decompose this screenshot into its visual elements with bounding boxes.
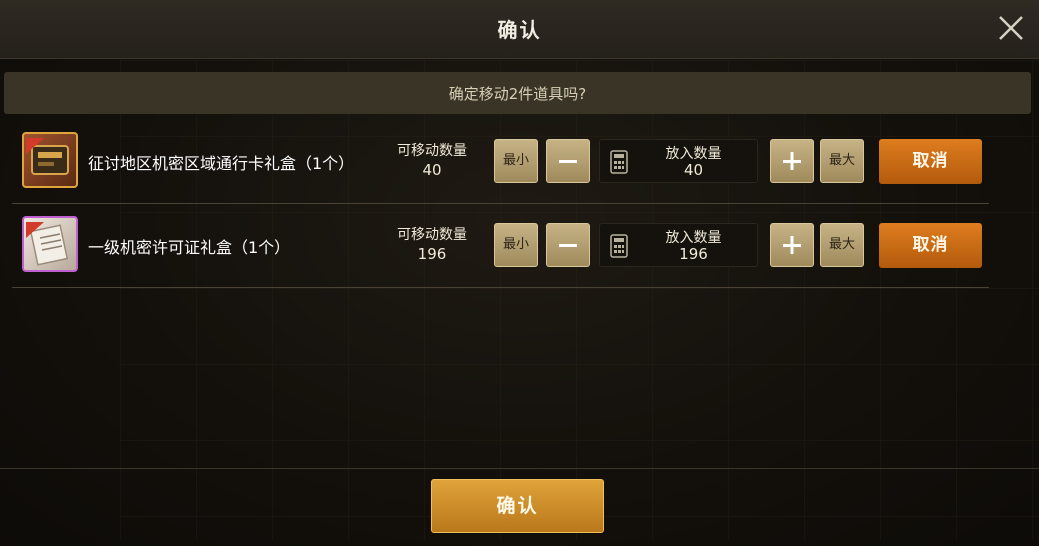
- quantity-input[interactable]: 放入数量 40: [599, 139, 758, 183]
- movable-quantity: 可移动数量 196: [390, 226, 474, 264]
- calculator-icon: [610, 234, 628, 258]
- increase-button[interactable]: [770, 139, 814, 183]
- item-row: 一级机密许可证礼盒（1个） 可移动数量 196 最小 放入数量 196 最大 取…: [12, 202, 989, 288]
- movable-quantity: 可移动数量 40: [390, 142, 474, 180]
- movable-value: 40: [422, 161, 442, 179]
- movable-label: 可移动数量: [397, 143, 467, 159]
- message-bar: 确定移动2件道具吗?: [4, 72, 1031, 114]
- put-quantity-label: 放入数量: [665, 230, 722, 246]
- plus-icon: [783, 152, 801, 170]
- put-quantity-label: 放入数量: [665, 146, 722, 162]
- confirm-button[interactable]: 确认: [431, 479, 604, 533]
- pass-card-giftbox-icon: [22, 132, 78, 188]
- plus-icon: [783, 236, 801, 254]
- close-button[interactable]: [997, 14, 1025, 42]
- footer-divider: [0, 468, 1039, 469]
- item-row: 征讨地区机密区域通行卡礼盒（1个） 可移动数量 40 最小 放入数量 40 最大…: [12, 118, 989, 204]
- dialog-header: 确认: [0, 0, 1039, 59]
- put-quantity-value: 40: [683, 161, 704, 179]
- dialog-title: 确认: [497, 18, 542, 42]
- movable-value: 196: [417, 245, 447, 263]
- max-button[interactable]: 最大: [820, 223, 864, 267]
- cancel-button[interactable]: 取消: [879, 223, 982, 268]
- decrease-button[interactable]: [546, 139, 590, 183]
- cancel-button[interactable]: 取消: [879, 139, 982, 184]
- item-name: 征讨地区机密区域通行卡礼盒（1个）: [88, 154, 355, 173]
- minus-icon: [559, 160, 577, 163]
- secret-permit-giftbox-icon: [22, 216, 78, 272]
- increase-button[interactable]: [770, 223, 814, 267]
- max-button[interactable]: 最大: [820, 139, 864, 183]
- put-quantity-value: 196: [679, 245, 708, 263]
- min-button[interactable]: 最小: [494, 223, 538, 267]
- item-name: 一级机密许可证礼盒（1个）: [88, 238, 291, 257]
- minus-icon: [559, 244, 577, 247]
- quantity-input[interactable]: 放入数量 196: [599, 223, 758, 267]
- calculator-icon: [610, 150, 628, 174]
- decrease-button[interactable]: [546, 223, 590, 267]
- movable-label: 可移动数量: [397, 227, 467, 243]
- min-button[interactable]: 最小: [494, 139, 538, 183]
- confirm-message: 确定移动2件道具吗?: [448, 85, 587, 103]
- close-icon: [999, 16, 1023, 40]
